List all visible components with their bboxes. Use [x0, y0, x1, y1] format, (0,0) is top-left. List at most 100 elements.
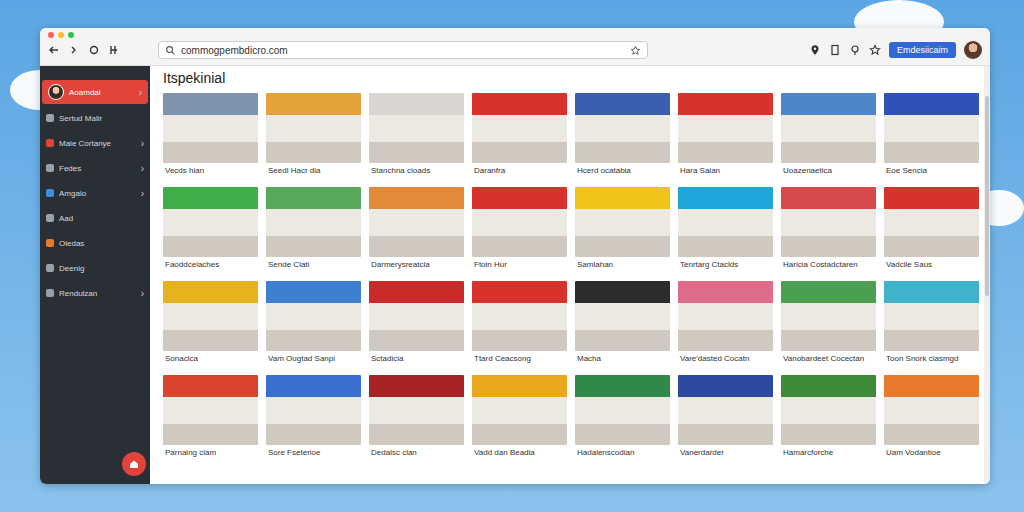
store-card[interactable]: Hcerd ocatabia	[575, 93, 670, 182]
card-caption: Stanchna cioads	[369, 163, 464, 182]
user-avatar-icon	[48, 84, 64, 100]
url-text: commogpembdicro.com	[181, 45, 625, 56]
store-card[interactable]: Dedalsc clan	[369, 375, 464, 464]
store-card[interactable]: Uoazenaetica	[781, 93, 876, 182]
store-photo	[369, 93, 464, 163]
menu-icon	[46, 239, 54, 247]
store-card[interactable]: Darmerysreatcla	[369, 187, 464, 276]
store-photo	[678, 93, 773, 163]
document-icon[interactable]	[829, 44, 841, 56]
card-caption: Sonaclca	[163, 351, 258, 370]
store-card[interactable]: Tenrtarg Ctaclds	[678, 187, 773, 276]
action-button[interactable]: Emdesiicaim	[889, 42, 956, 58]
card-caption: Parnaing clam	[163, 445, 258, 464]
card-caption: Ftoin Hur	[472, 257, 567, 276]
menu-icon	[46, 189, 54, 197]
sidebar-item[interactable]: Deenig	[40, 257, 150, 279]
store-card[interactable]: Hadalenscodian	[575, 375, 670, 464]
store-card[interactable]: Sctadicia	[369, 281, 464, 370]
minimize-button[interactable]	[58, 32, 64, 38]
reload-icon[interactable]	[88, 44, 100, 56]
location-icon[interactable]	[809, 44, 821, 56]
store-card[interactable]: Ttard Ceacsong	[472, 281, 567, 370]
store-card[interactable]: Sonaclca	[163, 281, 258, 370]
card-caption: Sore Fseterioe	[266, 445, 361, 464]
chevron-icon: ›	[139, 87, 142, 98]
store-photo	[266, 281, 361, 351]
extensions-icon[interactable]	[108, 44, 120, 56]
store-card[interactable]: Hara Saian	[678, 93, 773, 182]
store-card[interactable]: Faoddceiaches	[163, 187, 258, 276]
pin-icon[interactable]	[849, 44, 861, 56]
maximize-button[interactable]	[68, 32, 74, 38]
chevron-icon: ›	[141, 163, 144, 174]
card-caption: Ttard Ceacsong	[472, 351, 567, 370]
store-photo	[472, 375, 567, 445]
address-bar[interactable]: commogpembdicro.com	[158, 41, 648, 59]
card-caption: Daranfra	[472, 163, 567, 182]
store-card[interactable]: Hamarcforche	[781, 375, 876, 464]
store-photo	[266, 187, 361, 257]
store-card[interactable]: Sore Fseterioe	[266, 375, 361, 464]
store-card[interactable]: Vadclie Saus	[884, 187, 979, 276]
profile-avatar[interactable]	[964, 41, 982, 59]
store-card[interactable]: Parnaing clam	[163, 375, 258, 464]
sidebar-item[interactable]: Rendulzan ›	[40, 282, 150, 304]
store-card[interactable]: Vanerdarder	[678, 375, 773, 464]
sidebar-item[interactable]: Amgalo ›	[40, 182, 150, 204]
sidebar-item[interactable]: Aad	[40, 207, 150, 229]
card-caption: Eoe Sencia	[884, 163, 979, 182]
card-caption: Uoazenaetica	[781, 163, 876, 182]
card-caption: Hcerd ocatabia	[575, 163, 670, 182]
store-card[interactable]: Stanchna cioads	[369, 93, 464, 182]
store-card[interactable]: Vare'dasted Cocatn	[678, 281, 773, 370]
window-controls	[48, 31, 982, 39]
store-card[interactable]: Toon Snork ciasmgd	[884, 281, 979, 370]
store-photo	[369, 187, 464, 257]
store-card[interactable]: Uam Vodantioe	[884, 375, 979, 464]
store-card[interactable]: Haricia Costadctaren	[781, 187, 876, 276]
store-card[interactable]: Vecds hian	[163, 93, 258, 182]
home-button[interactable]	[122, 452, 146, 476]
menu-icon	[46, 289, 54, 297]
store-card[interactable]: Samlahan	[575, 187, 670, 276]
card-caption: Dedalsc clan	[369, 445, 464, 464]
back-icon[interactable]	[48, 44, 60, 56]
sidebar-item[interactable]: Maie Cortanye ›	[40, 132, 150, 154]
menu-icon	[46, 114, 54, 122]
store-card[interactable]: Eoe Sencia	[884, 93, 979, 182]
favorites-icon[interactable]	[869, 44, 881, 56]
sidebar-item[interactable]: Fedes ›	[40, 157, 150, 179]
card-caption: Vadclie Saus	[884, 257, 979, 276]
close-button[interactable]	[48, 32, 54, 38]
store-card[interactable]: Ftoin Hur	[472, 187, 567, 276]
card-caption: Vanerdarder	[678, 445, 773, 464]
card-caption: Hara Saian	[678, 163, 773, 182]
store-photo	[678, 187, 773, 257]
store-photo	[472, 93, 567, 163]
sidebar-item[interactable]: Sertud Malir	[40, 107, 150, 129]
forward-icon[interactable]	[68, 44, 80, 56]
card-caption: Sctadicia	[369, 351, 464, 370]
home-icon	[128, 458, 140, 470]
store-card[interactable]: Macha	[575, 281, 670, 370]
store-photo	[678, 375, 773, 445]
store-card[interactable]: Vadd dan Beadia	[472, 375, 567, 464]
toolbar: commogpembdicro.com Emdesiicaim	[40, 28, 990, 66]
page-title: Itspekinial	[163, 70, 978, 86]
card-caption: Macha	[575, 351, 670, 370]
store-card[interactable]: Daranfra	[472, 93, 567, 182]
store-card[interactable]: Vam Ougtad Sanpi	[266, 281, 361, 370]
sidebar-item[interactable]: Oiedas	[40, 232, 150, 254]
store-card[interactable]: Seedl Hacr dia	[266, 93, 361, 182]
store-card[interactable]: Vanobardeet Cocectan	[781, 281, 876, 370]
card-caption: Vanobardeet Cocectan	[781, 351, 876, 370]
store-card[interactable]: Sende Clati	[266, 187, 361, 276]
desktop: commogpembdicro.com Emdesiicaim Aoamdal …	[0, 0, 1024, 512]
scrollbar[interactable]	[984, 66, 990, 484]
sidebar-item[interactable]: Aoamdal ›	[42, 80, 148, 104]
star-icon[interactable]	[630, 45, 641, 56]
store-photo	[884, 187, 979, 257]
chevron-icon: ›	[141, 188, 144, 199]
card-caption: Vecds hian	[163, 163, 258, 182]
